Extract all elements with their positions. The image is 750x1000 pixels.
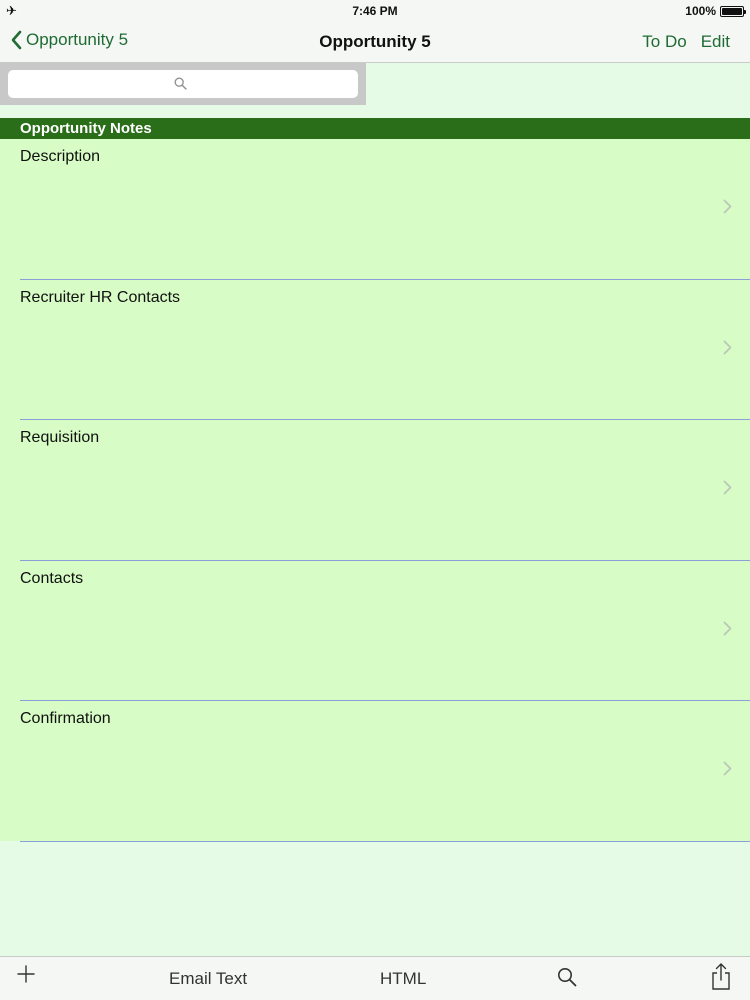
battery-percentage: 100% bbox=[685, 4, 716, 18]
status-bar: ✈ 7:46 PM 100% bbox=[0, 0, 750, 22]
screen: ✈ 7:46 PM 100% Opportunity 5 Opportunity… bbox=[0, 0, 750, 1000]
row-confirmation[interactable]: Confirmation bbox=[20, 701, 750, 842]
section-header: Opportunity Notes bbox=[0, 118, 750, 139]
share-button[interactable] bbox=[710, 963, 732, 996]
chevron-right-icon bbox=[723, 340, 732, 360]
search-icon bbox=[558, 968, 577, 987]
chevron-right-icon bbox=[723, 480, 732, 500]
plus-icon bbox=[17, 965, 35, 983]
share-icon bbox=[712, 963, 730, 990]
status-right: 100% bbox=[685, 4, 746, 18]
row-label: Requisition bbox=[20, 429, 100, 446]
search-input[interactable] bbox=[8, 70, 358, 98]
email-text-button[interactable]: Email Text bbox=[169, 969, 247, 989]
add-button[interactable] bbox=[17, 965, 35, 988]
notes-list: Description Recruiter HR Contacts Requis… bbox=[0, 139, 750, 842]
row-contacts[interactable]: Contacts bbox=[20, 561, 750, 701]
back-button[interactable]: Opportunity 5 bbox=[10, 30, 128, 50]
back-button-label: Opportunity 5 bbox=[26, 30, 129, 49]
edit-button[interactable]: Edit bbox=[701, 32, 730, 52]
chevron-left-icon bbox=[10, 30, 22, 50]
bottom-toolbar: Email Text HTML bbox=[0, 956, 750, 1000]
row-requisition[interactable]: Requisition bbox=[20, 420, 750, 561]
nav-right-actions: To Do Edit bbox=[642, 32, 730, 52]
chevron-right-icon bbox=[723, 761, 732, 781]
todo-button[interactable]: To Do bbox=[642, 32, 686, 52]
html-button[interactable]: HTML bbox=[380, 969, 426, 989]
chevron-right-icon bbox=[723, 621, 732, 641]
row-label: Description bbox=[20, 148, 101, 165]
row-label: Contacts bbox=[20, 569, 84, 587]
row-label: Confirmation bbox=[20, 710, 111, 727]
search-field bbox=[8, 70, 358, 98]
chevron-right-icon bbox=[723, 199, 732, 219]
search-button[interactable] bbox=[557, 967, 577, 992]
row-label: Recruiter HR Contacts bbox=[20, 288, 181, 306]
navigation-bar: Opportunity 5 Opportunity 5 To Do Edit bbox=[0, 22, 750, 63]
row-description[interactable]: Description bbox=[20, 139, 750, 280]
battery-icon bbox=[720, 5, 746, 17]
row-recruiter-hr-contacts[interactable]: Recruiter HR Contacts bbox=[20, 280, 750, 420]
status-time: 7:46 PM bbox=[352, 4, 398, 18]
search-bar bbox=[0, 63, 366, 105]
